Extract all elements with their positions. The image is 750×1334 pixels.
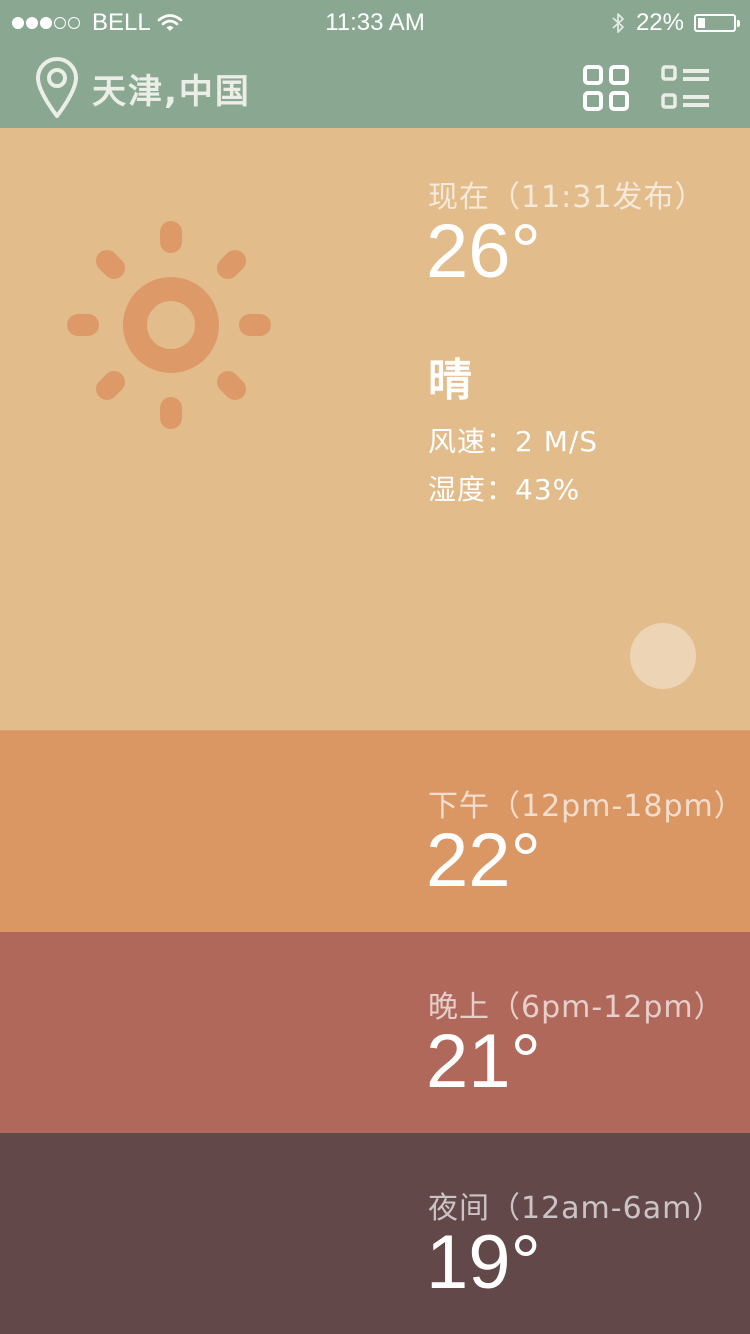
- evening-forecast-panel[interactable]: 晚上（6pm-12pm） 21°: [0, 932, 750, 1133]
- list-view-button[interactable]: [660, 62, 712, 114]
- afternoon-forecast-panel[interactable]: 下午（12pm-18pm） 22°: [0, 730, 750, 932]
- period-temperature: 21°: [426, 1019, 541, 1104]
- location-title: 天津,中国: [92, 71, 251, 112]
- status-bar: BELL 11:33 AM 22%: [0, 0, 750, 48]
- current-temperature: 26°: [426, 209, 541, 294]
- battery-percentage: 22%: [635, 9, 684, 36]
- sun-icon: [67, 221, 271, 429]
- wind-speed: 风速：2 M/S: [428, 425, 599, 458]
- battery-level: [698, 18, 705, 28]
- weather-condition: 晴: [428, 355, 472, 406]
- map-pin-icon: [36, 57, 78, 118]
- location-selector[interactable]: 天津,中国: [34, 56, 251, 120]
- humidity: 湿度：43%: [428, 473, 581, 506]
- grid-view-icon: [583, 65, 629, 111]
- app-header: 天津,中国: [0, 48, 750, 128]
- period-temperature: 22°: [426, 818, 541, 903]
- weather-screen: BELL 11:33 AM 22% 天津,中国 现在（11:31发布） 26° …: [0, 0, 750, 1334]
- battery-icon: [694, 14, 740, 32]
- bluetooth-icon: [612, 13, 624, 33]
- night-forecast-panel[interactable]: 夜间（12am-6am） 19°: [0, 1133, 750, 1334]
- list-view-icon: [661, 65, 709, 109]
- floating-action-button[interactable]: [630, 623, 696, 689]
- status-right: 22%: [610, 9, 740, 37]
- grid-view-button[interactable]: [580, 62, 632, 114]
- current-weather-panel: 现在（11:31发布） 26° 晴 风速：2 M/S 湿度：43%: [0, 128, 750, 730]
- period-temperature: 19°: [426, 1220, 541, 1305]
